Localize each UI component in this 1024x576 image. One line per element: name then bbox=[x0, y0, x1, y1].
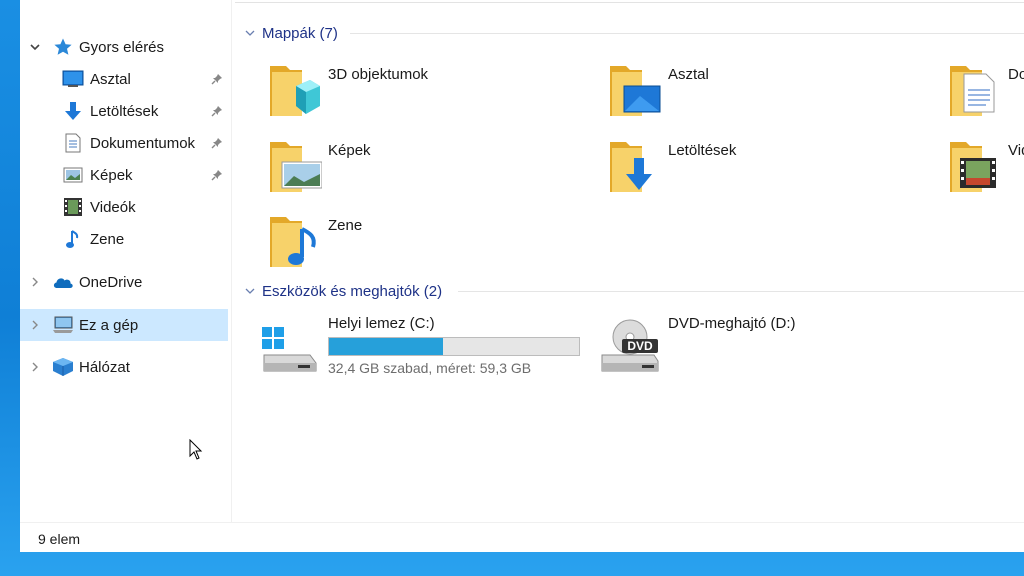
folder-label: Vid bbox=[1008, 142, 1024, 159]
folder-downloads[interactable]: Letöltések bbox=[606, 136, 906, 200]
sidebar-item-videos[interactable]: Videók bbox=[20, 191, 228, 223]
pin-icon[interactable] bbox=[210, 136, 224, 150]
chevron-down-icon[interactable] bbox=[242, 25, 258, 41]
sidebar-item-network[interactable]: Hálózat bbox=[20, 351, 228, 383]
sidebar-item-label: Videók bbox=[90, 198, 136, 216]
folder-label: Letöltések bbox=[668, 142, 737, 159]
drive-label: DVD-meghajtó (D:) bbox=[668, 315, 796, 332]
folder-pictures[interactable]: Képek bbox=[266, 136, 566, 200]
folders-group-header[interactable]: Mappák (7) bbox=[242, 22, 338, 44]
drive-local-c[interactable]: Helyi lemez (C:) 32,4 GB szabad, méret: … bbox=[260, 315, 600, 385]
drive-label: Helyi lemez (C:) bbox=[328, 315, 435, 332]
videos-folder-icon bbox=[950, 142, 996, 192]
sidebar-item-downloads[interactable]: Letöltések bbox=[20, 95, 228, 127]
mouse-cursor-icon bbox=[189, 439, 203, 460]
group-title: Eszközök és meghajtók (2) bbox=[262, 282, 443, 300]
music-folder-icon bbox=[270, 217, 316, 267]
chevron-right-icon[interactable] bbox=[28, 360, 42, 374]
folder-label: Do bbox=[1008, 66, 1024, 83]
file-explorer-window: Gyors elérés Asztal Letöltések Dokumentu… bbox=[20, 0, 1024, 552]
address-bar-edge bbox=[235, 0, 1024, 3]
folder-label: Asztal bbox=[668, 66, 709, 83]
folder-label: 3D objektumok bbox=[328, 66, 429, 83]
folder-videos[interactable]: Vid bbox=[946, 136, 1024, 200]
sidebar-item-desktop[interactable]: Asztal bbox=[20, 63, 228, 95]
status-bar: 9 elem bbox=[20, 522, 1024, 552]
pin-icon[interactable] bbox=[210, 104, 224, 118]
sidebar-item-label: Dokumentumok bbox=[90, 134, 196, 152]
video-icon bbox=[62, 197, 84, 217]
folder-documents[interactable]: Do bbox=[946, 60, 1024, 124]
dvd-drive-icon: DVD bbox=[601, 319, 659, 372]
drive-usage-fill bbox=[329, 338, 443, 355]
folder-music[interactable]: Zene bbox=[266, 211, 566, 275]
chevron-down-icon[interactable] bbox=[28, 40, 42, 54]
drive-dvd-d[interactable]: DVD DVD-meghajtó (D:) bbox=[600, 315, 900, 385]
sidebar-item-label: Gyors elérés bbox=[79, 38, 165, 56]
folder-label: Zene bbox=[328, 217, 363, 234]
3d-objects-folder-icon bbox=[270, 66, 320, 116]
sidebar-item-label: OneDrive bbox=[79, 273, 143, 291]
windows-drive-icon bbox=[262, 327, 317, 372]
pin-icon[interactable] bbox=[210, 168, 224, 182]
chevron-right-icon[interactable] bbox=[28, 318, 42, 332]
desktop-folder-icon bbox=[610, 66, 661, 116]
sidebar-item-this-pc[interactable]: Ez a gép bbox=[20, 309, 228, 341]
group-title: Mappák (7) bbox=[262, 24, 338, 42]
chevron-down-icon[interactable] bbox=[242, 283, 258, 299]
sidebar-item-onedrive[interactable]: OneDrive bbox=[20, 266, 228, 298]
pane-splitter[interactable] bbox=[231, 0, 232, 522]
download-icon bbox=[62, 101, 84, 121]
documents-folder-icon bbox=[950, 66, 995, 116]
sidebar-item-label: Képek bbox=[90, 166, 133, 184]
pin-icon[interactable] bbox=[210, 72, 224, 86]
document-icon bbox=[62, 133, 84, 153]
folder-label: Képek bbox=[328, 142, 371, 159]
folder-desktop[interactable]: Asztal bbox=[606, 60, 906, 124]
music-icon bbox=[62, 229, 84, 249]
folder-3d-objects[interactable]: 3D objektumok bbox=[266, 60, 566, 124]
sidebar-item-label: Letöltések bbox=[90, 102, 159, 120]
sidebar-item-label: Zene bbox=[90, 230, 125, 248]
drive-free-space: 32,4 GB szabad, méret: 59,3 GB bbox=[328, 360, 532, 376]
item-count: 9 elem bbox=[38, 531, 81, 547]
navigation-pane: Gyors elérés Asztal Letöltések Dokumentu… bbox=[20, 0, 231, 522]
group-divider bbox=[350, 33, 1024, 34]
drives-group-header[interactable]: Eszközök és meghajtók (2) bbox=[242, 280, 442, 302]
sidebar-item-pictures[interactable]: Képek bbox=[20, 159, 228, 191]
desktop-icon bbox=[62, 69, 84, 89]
pictures-folder-icon bbox=[270, 142, 322, 192]
sidebar-item-label: Hálózat bbox=[79, 358, 130, 376]
computer-icon bbox=[52, 315, 74, 335]
sidebar-item-label: Ez a gép bbox=[79, 316, 139, 334]
dvd-label: DVD bbox=[627, 339, 653, 353]
group-divider bbox=[458, 291, 1024, 292]
sidebar-item-documents[interactable]: Dokumentumok bbox=[20, 127, 228, 159]
sidebar-item-label: Asztal bbox=[90, 70, 131, 88]
pictures-icon bbox=[62, 165, 84, 185]
chevron-right-icon[interactable] bbox=[28, 275, 42, 289]
drive-usage-bar bbox=[328, 337, 580, 356]
star-icon bbox=[52, 37, 74, 57]
sidebar-item-music[interactable]: Zene bbox=[20, 223, 228, 255]
network-icon bbox=[52, 357, 74, 377]
sidebar-item-quick-access[interactable]: Gyors elérés bbox=[20, 31, 228, 63]
downloads-folder-icon bbox=[610, 142, 652, 192]
cloud-icon bbox=[52, 272, 74, 292]
